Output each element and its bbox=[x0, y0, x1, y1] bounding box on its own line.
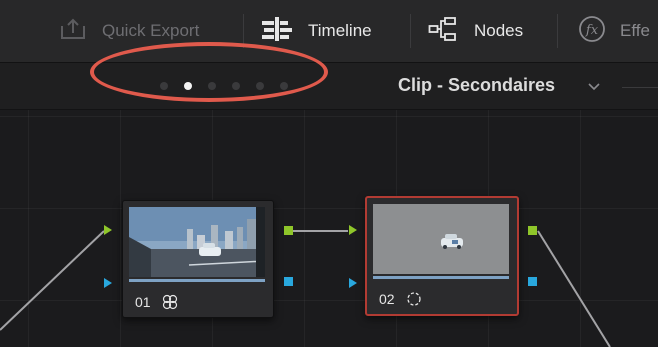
color-wheels-icon bbox=[161, 293, 179, 316]
top-toolbar: Quick Export Timeline Nodes fx Effe bbox=[0, 0, 658, 63]
input-wire bbox=[0, 230, 105, 331]
chevron-down-icon[interactable] bbox=[587, 79, 601, 97]
zoom-slider-track[interactable] bbox=[622, 87, 658, 88]
effects-label: Effe bbox=[620, 21, 650, 40]
nodes-button[interactable]: Nodes bbox=[428, 0, 523, 62]
node-status-bar bbox=[129, 279, 265, 282]
alpha-input-port[interactable] bbox=[349, 278, 357, 288]
node-thumbnail bbox=[129, 207, 265, 277]
alpha-output-port[interactable] bbox=[528, 277, 537, 286]
tracker-icon bbox=[405, 290, 423, 313]
output-wire bbox=[537, 230, 611, 347]
alpha-output-port[interactable] bbox=[284, 277, 293, 286]
node-thumbnail bbox=[373, 204, 509, 274]
annotation-highlight-circle bbox=[90, 42, 328, 102]
svg-text:fx: fx bbox=[585, 23, 599, 38]
export-icon bbox=[58, 17, 88, 46]
corrector-node-01[interactable]: 01 bbox=[122, 200, 274, 318]
node-number: 01 bbox=[135, 294, 151, 310]
rgb-output-port[interactable] bbox=[284, 226, 293, 235]
toolbar-divider bbox=[557, 14, 558, 48]
timeline-label: Timeline bbox=[308, 21, 372, 40]
node-mode-dropdown[interactable]: Clip - Secondaires bbox=[398, 75, 555, 96]
alpha-input-port[interactable] bbox=[104, 278, 112, 288]
quick-export-label: Quick Export bbox=[102, 21, 200, 40]
corrector-node-02[interactable]: 02 bbox=[365, 196, 519, 316]
node-number: 02 bbox=[379, 291, 395, 307]
nodes-icon bbox=[428, 16, 458, 47]
node-status-bar bbox=[373, 276, 509, 279]
node-graph-canvas[interactable]: 01 02 bbox=[0, 110, 658, 347]
rgb-input-port[interactable] bbox=[349, 225, 357, 235]
rgb-output-port[interactable] bbox=[528, 226, 537, 235]
toolbar-divider bbox=[410, 14, 411, 48]
timeline-icon bbox=[260, 16, 294, 47]
effects-button[interactable]: fx Effe bbox=[578, 0, 650, 62]
node-connections bbox=[0, 230, 611, 347]
fx-icon: fx bbox=[578, 15, 606, 48]
nodes-label: Nodes bbox=[474, 21, 524, 40]
rgb-input-port[interactable] bbox=[104, 225, 112, 235]
